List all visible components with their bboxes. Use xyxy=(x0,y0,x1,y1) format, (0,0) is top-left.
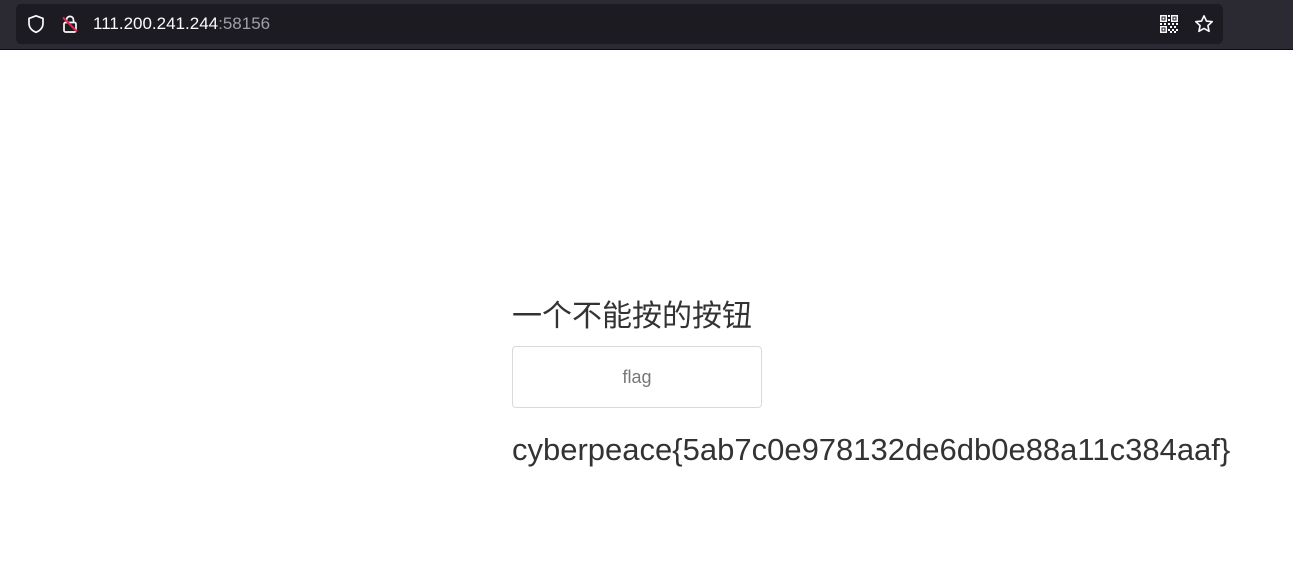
url-host: 111.200.241.244 xyxy=(93,14,219,33)
insecure-lock-icon[interactable] xyxy=(60,14,80,34)
url-port: :58156 xyxy=(218,14,271,33)
page-title: 一个不能按的按钮 xyxy=(512,299,752,334)
address-bar[interactable]: 111.200.241.244:58156 xyxy=(16,4,1223,44)
browser-toolbar: 111.200.241.244:58156 xyxy=(0,0,1293,50)
qr-code-icon[interactable] xyxy=(1159,14,1179,34)
content-container: 一个不能按的按钮 flag cyberpeace{5ab7c0e978132de… xyxy=(512,297,1230,470)
bookmark-star-icon[interactable] xyxy=(1194,14,1214,34)
flag-button[interactable]: flag xyxy=(512,346,762,408)
flag-value: cyberpeace{5ab7c0e978132de6db0e88a11c384… xyxy=(512,432,1231,467)
shield-icon[interactable] xyxy=(26,14,46,34)
page-viewport: 一个不能按的按钮 flag cyberpeace{5ab7c0e978132de… xyxy=(0,50,1293,565)
url-text[interactable]: 111.200.241.244:58156 xyxy=(93,4,270,44)
